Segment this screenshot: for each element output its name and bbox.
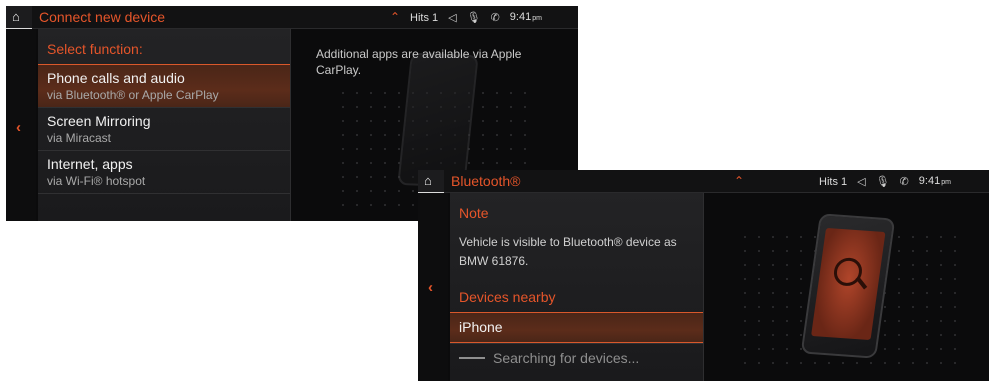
home-icon: ⌂ <box>424 173 432 188</box>
speaker-icon: ◁ <box>448 12 457 24</box>
speaker-icon: ◁ <box>857 176 866 188</box>
page-title: Bluetooth® <box>451 173 521 189</box>
top-bar: ⌂ Connect new device ⌃ Hits 1 ◁ 🎙 ✆ 9:41… <box>6 6 578 30</box>
top-bar: ⌂ Bluetooth® ⌃ Hits 1 ◁ 🎙 ✆ 9:41pm <box>418 170 989 194</box>
left-rail: ‹ <box>6 29 36 221</box>
microphone-icon: 🎙 <box>466 12 481 24</box>
chevron-up-icon[interactable]: ⌃ <box>390 8 400 26</box>
status-bar: Hits 1 ◁ 🎙 ✆ 9:41pm <box>819 173 951 191</box>
bluetooth-panel: Note Vehicle is visible to Bluetooth® de… <box>450 193 704 381</box>
devices-header: Devices nearby <box>459 289 556 305</box>
section-header: Select function: <box>47 41 143 57</box>
page-title: Connect new device <box>39 9 166 25</box>
note-text: Vehicle is visible to Bluetooth® device … <box>459 235 677 268</box>
phone-status-icon: ✆ <box>490 12 500 24</box>
magnifier-handle <box>855 276 868 290</box>
menu-item-title: Internet, apps <box>47 156 133 172</box>
progress-dash-icon <box>459 357 485 359</box>
phone-screen <box>811 227 886 341</box>
panel-spacer <box>450 279 703 280</box>
device-name: iPhone <box>459 319 503 335</box>
bluetooth-screen: ⌂ Bluetooth® ⌃ Hits 1 ◁ 🎙 ✆ 9:41pm ‹ Not… <box>418 170 989 381</box>
home-button[interactable]: ⌂ <box>418 170 444 194</box>
menu-item-subtitle: via Wi-Fi® hotspot <box>47 174 146 188</box>
microphone-icon: 🎙 <box>875 176 890 188</box>
chevron-left-icon[interactable]: ‹ <box>428 279 433 296</box>
menu-item-subtitle: via Miracast <box>47 131 112 145</box>
menu-item-phone-calls[interactable]: Phone calls and audio via Bluetooth® or … <box>38 64 290 108</box>
menu-item-screen-mirroring[interactable]: Screen Mirroring via Miracast <box>38 107 290 150</box>
left-rail: ‹ <box>418 193 448 381</box>
chevron-left-icon[interactable]: ‹ <box>16 119 21 136</box>
searching-status: Searching for devices... <box>459 350 639 366</box>
status-bar: Hits 1 ◁ 🎙 ✆ 9:41pm <box>410 9 542 27</box>
device-item-iphone[interactable]: iPhone <box>450 312 703 343</box>
note-header: Note <box>459 205 489 221</box>
home-icon: ⌂ <box>12 9 20 24</box>
menu-divider <box>38 193 290 195</box>
audio-source-label: Hits 1 <box>819 176 848 188</box>
menu-item-title: Phone calls and audio <box>47 70 185 86</box>
menu-item-subtitle: via Bluetooth® or Apple CarPlay <box>47 88 219 102</box>
clock: 9:41pm <box>918 175 951 187</box>
chevron-up-icon[interactable]: ⌃ <box>734 172 744 190</box>
home-button[interactable]: ⌂ <box>6 6 32 30</box>
device-divider <box>450 343 703 345</box>
menu-item-title: Screen Mirroring <box>47 113 151 129</box>
phone-status-icon: ✆ <box>899 176 909 188</box>
searching-label: Searching for devices... <box>493 350 640 366</box>
info-text: Additional apps are available via Apple … <box>316 47 522 77</box>
menu-item-internet-apps[interactable]: Internet, apps via Wi-Fi® hotspot <box>38 150 290 193</box>
audio-source-label: Hits 1 <box>410 12 439 24</box>
function-menu: Select function: Phone calls and audio v… <box>38 29 291 221</box>
clock: 9:41pm <box>509 11 542 23</box>
